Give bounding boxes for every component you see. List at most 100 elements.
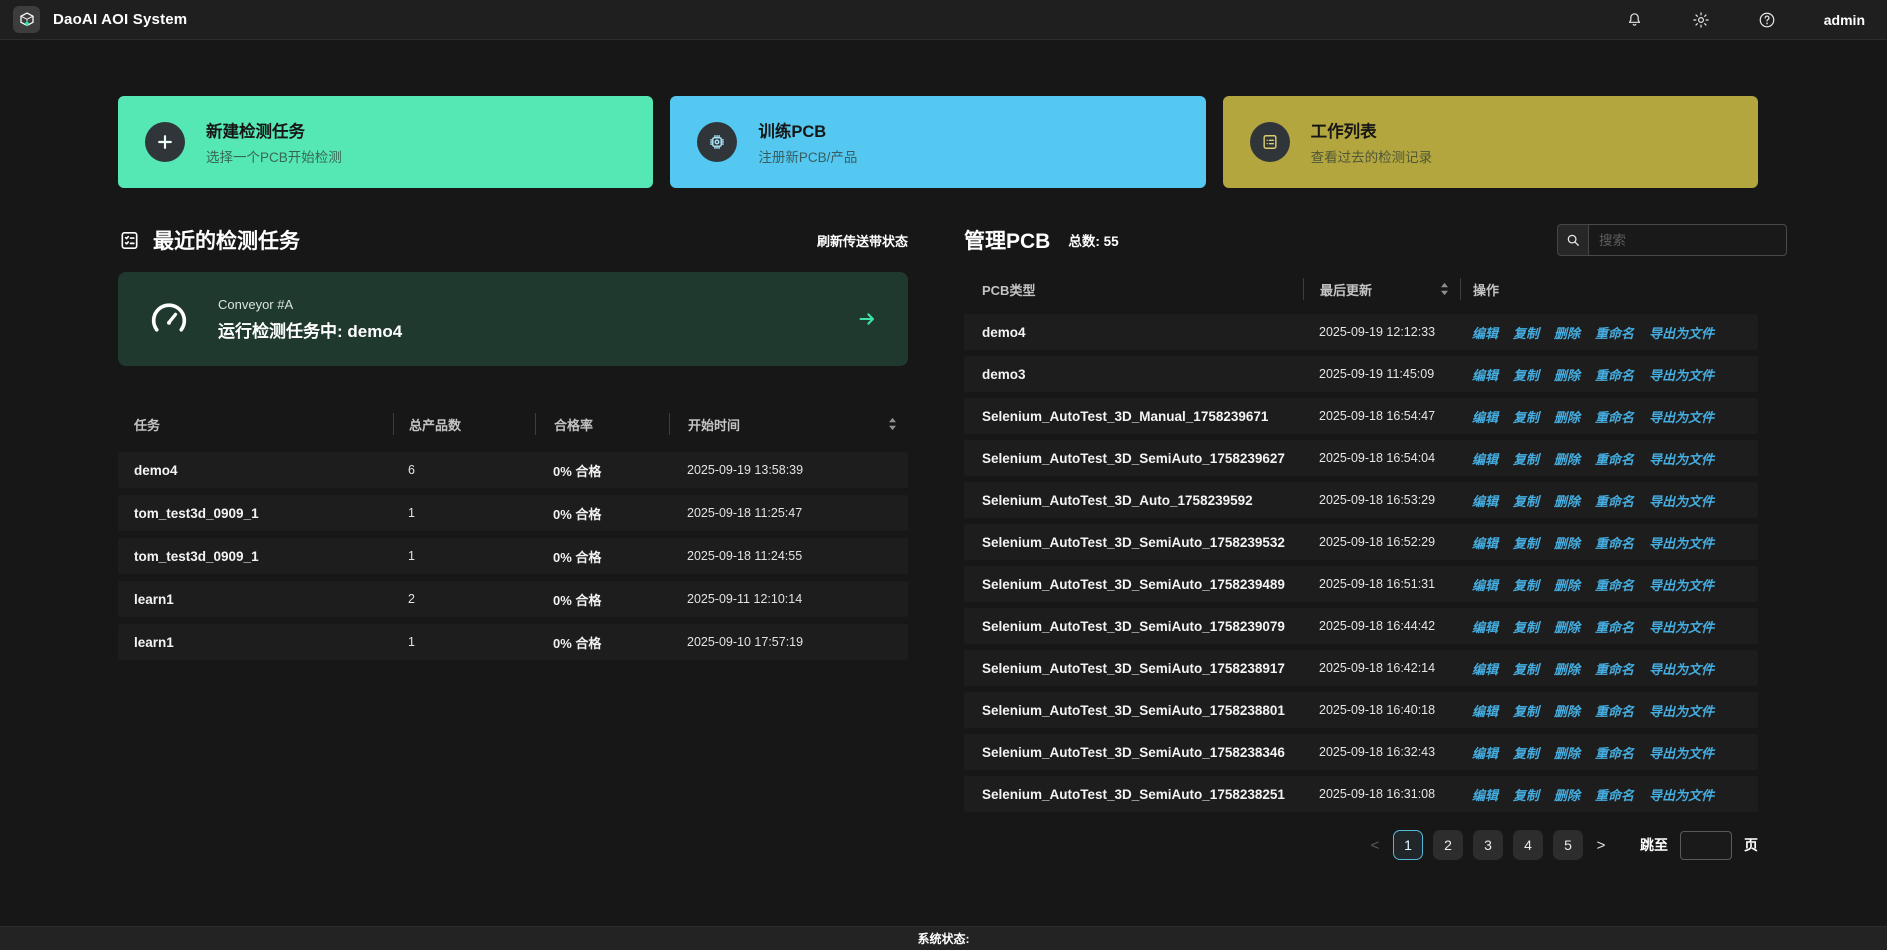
edit-link[interactable]: 编辑 bbox=[1472, 659, 1498, 678]
rename-link[interactable]: 重命名 bbox=[1595, 701, 1634, 720]
delete-link[interactable]: 删除 bbox=[1554, 617, 1580, 636]
export-link[interactable]: 导出为文件 bbox=[1649, 323, 1714, 342]
edit-link[interactable]: 编辑 bbox=[1472, 533, 1498, 552]
pagination-page-button[interactable]: 5 bbox=[1553, 830, 1583, 860]
table-row[interactable]: learn110% 合格2025-09-10 17:57:19 bbox=[118, 624, 908, 660]
sort-icon[interactable] bbox=[887, 417, 898, 431]
sort-icon[interactable] bbox=[1439, 282, 1450, 296]
copy-link[interactable]: 复制 bbox=[1513, 533, 1539, 552]
copy-link[interactable]: 复制 bbox=[1513, 617, 1539, 636]
copy-link[interactable]: 复制 bbox=[1513, 407, 1539, 426]
delete-link[interactable]: 删除 bbox=[1554, 659, 1580, 678]
export-link[interactable]: 导出为文件 bbox=[1649, 743, 1714, 762]
work-list-card[interactable]: 工作列表 查看过去的检测记录 bbox=[1223, 96, 1758, 188]
export-link[interactable]: 导出为文件 bbox=[1649, 659, 1714, 678]
pagination-page-button[interactable]: 1 bbox=[1393, 830, 1423, 860]
search-icon[interactable] bbox=[1557, 224, 1589, 256]
train-pcb-card[interactable]: 训练PCB 注册新PCB/产品 bbox=[670, 96, 1205, 188]
copy-link[interactable]: 复制 bbox=[1513, 659, 1539, 678]
export-link[interactable]: 导出为文件 bbox=[1649, 701, 1714, 720]
rename-link[interactable]: 重命名 bbox=[1595, 491, 1634, 510]
delete-link[interactable]: 删除 bbox=[1554, 491, 1580, 510]
edit-link[interactable]: 编辑 bbox=[1472, 701, 1498, 720]
delete-link[interactable]: 删除 bbox=[1554, 575, 1580, 594]
delete-link[interactable]: 删除 bbox=[1554, 743, 1580, 762]
rename-link[interactable]: 重命名 bbox=[1595, 449, 1634, 468]
copy-link[interactable]: 复制 bbox=[1513, 449, 1539, 468]
rename-link[interactable]: 重命名 bbox=[1595, 533, 1634, 552]
table-row[interactable]: Selenium_AutoTest_3D_SemiAuto_1758238251… bbox=[964, 776, 1758, 812]
rename-link[interactable]: 重命名 bbox=[1595, 323, 1634, 342]
rename-link[interactable]: 重命名 bbox=[1595, 365, 1634, 384]
pagination-page-button[interactable]: 3 bbox=[1473, 830, 1503, 860]
rename-link[interactable]: 重命名 bbox=[1595, 743, 1634, 762]
export-link[interactable]: 导出为文件 bbox=[1649, 449, 1714, 468]
export-link[interactable]: 导出为文件 bbox=[1649, 365, 1714, 384]
edit-link[interactable]: 编辑 bbox=[1472, 449, 1498, 468]
user-menu[interactable]: admin bbox=[1824, 12, 1865, 28]
table-row[interactable]: Selenium_AutoTest_3D_SemiAuto_1758239532… bbox=[964, 524, 1758, 560]
copy-link[interactable]: 复制 bbox=[1513, 323, 1539, 342]
refresh-conveyor-link[interactable]: 刷新传送带状态 bbox=[817, 231, 908, 250]
edit-link[interactable]: 编辑 bbox=[1472, 785, 1498, 804]
edit-link[interactable]: 编辑 bbox=[1472, 365, 1498, 384]
edit-link[interactable]: 编辑 bbox=[1472, 323, 1498, 342]
table-row[interactable]: demo460% 合格2025-09-19 13:58:39 bbox=[118, 452, 908, 488]
table-row[interactable]: Selenium_AutoTest_3D_Manual_175823967120… bbox=[964, 398, 1758, 434]
pagination-page-button[interactable]: 2 bbox=[1433, 830, 1463, 860]
pagination-pages: 12345 bbox=[1388, 830, 1588, 860]
pagination-prev-button[interactable]: < bbox=[1362, 837, 1388, 854]
search-input[interactable] bbox=[1589, 224, 1787, 256]
table-row[interactable]: demo42025-09-19 12:12:33编辑复制删除重命名导出为文件 bbox=[964, 314, 1758, 350]
table-row[interactable]: Selenium_AutoTest_3D_SemiAuto_1758238801… bbox=[964, 692, 1758, 728]
delete-link[interactable]: 删除 bbox=[1554, 785, 1580, 804]
copy-link[interactable]: 复制 bbox=[1513, 491, 1539, 510]
table-row[interactable]: Selenium_AutoTest_3D_SemiAuto_1758239627… bbox=[964, 440, 1758, 476]
copy-link[interactable]: 复制 bbox=[1513, 701, 1539, 720]
copy-link[interactable]: 复制 bbox=[1513, 365, 1539, 384]
table-row[interactable]: Selenium_AutoTest_3D_SemiAuto_1758239489… bbox=[964, 566, 1758, 602]
arrow-right-icon[interactable] bbox=[856, 308, 878, 330]
delete-link[interactable]: 删除 bbox=[1554, 407, 1580, 426]
table-row[interactable]: demo32025-09-19 11:45:09编辑复制删除重命名导出为文件 bbox=[964, 356, 1758, 392]
copy-link[interactable]: 复制 bbox=[1513, 575, 1539, 594]
edit-link[interactable]: 编辑 bbox=[1472, 743, 1498, 762]
rename-link[interactable]: 重命名 bbox=[1595, 659, 1634, 678]
copy-link[interactable]: 复制 bbox=[1513, 743, 1539, 762]
table-row[interactable]: tom_test3d_0909_110% 合格2025-09-18 11:25:… bbox=[118, 495, 908, 531]
rename-link[interactable]: 重命名 bbox=[1595, 407, 1634, 426]
edit-link[interactable]: 编辑 bbox=[1472, 617, 1498, 636]
delete-link[interactable]: 删除 bbox=[1554, 701, 1580, 720]
table-row[interactable]: Selenium_AutoTest_3D_Auto_17582395922025… bbox=[964, 482, 1758, 518]
table-row[interactable]: learn120% 合格2025-09-11 12:10:14 bbox=[118, 581, 908, 617]
rename-link[interactable]: 重命名 bbox=[1595, 785, 1634, 804]
new-inspection-task-card[interactable]: 新建检测任务 选择一个PCB开始检测 bbox=[118, 96, 653, 188]
delete-link[interactable]: 删除 bbox=[1554, 323, 1580, 342]
copy-link[interactable]: 复制 bbox=[1513, 785, 1539, 804]
export-link[interactable]: 导出为文件 bbox=[1649, 491, 1714, 510]
settings-gear-icon[interactable] bbox=[1692, 11, 1710, 29]
rename-link[interactable]: 重命名 bbox=[1595, 575, 1634, 594]
table-row[interactable]: Selenium_AutoTest_3D_SemiAuto_1758239079… bbox=[964, 608, 1758, 644]
rename-link[interactable]: 重命名 bbox=[1595, 617, 1634, 636]
help-icon[interactable] bbox=[1758, 11, 1776, 29]
table-row[interactable]: tom_test3d_0909_110% 合格2025-09-18 11:24:… bbox=[118, 538, 908, 574]
edit-link[interactable]: 编辑 bbox=[1472, 407, 1498, 426]
export-link[interactable]: 导出为文件 bbox=[1649, 533, 1714, 552]
delete-link[interactable]: 删除 bbox=[1554, 449, 1580, 468]
table-row[interactable]: Selenium_AutoTest_3D_SemiAuto_1758238346… bbox=[964, 734, 1758, 770]
edit-link[interactable]: 编辑 bbox=[1472, 575, 1498, 594]
export-link[interactable]: 导出为文件 bbox=[1649, 617, 1714, 636]
export-link[interactable]: 导出为文件 bbox=[1649, 785, 1714, 804]
delete-link[interactable]: 删除 bbox=[1554, 533, 1580, 552]
notifications-bell-icon[interactable] bbox=[1626, 11, 1644, 29]
table-row[interactable]: Selenium_AutoTest_3D_SemiAuto_1758238917… bbox=[964, 650, 1758, 686]
pagination-next-button[interactable]: > bbox=[1588, 837, 1614, 854]
edit-link[interactable]: 编辑 bbox=[1472, 491, 1498, 510]
jump-page-input[interactable] bbox=[1680, 831, 1732, 860]
pagination-page-button[interactable]: 4 bbox=[1513, 830, 1543, 860]
delete-link[interactable]: 删除 bbox=[1554, 365, 1580, 384]
export-link[interactable]: 导出为文件 bbox=[1649, 575, 1714, 594]
conveyor-status-card[interactable]: Conveyor #A 运行检测任务中: demo4 bbox=[118, 272, 908, 366]
export-link[interactable]: 导出为文件 bbox=[1649, 407, 1714, 426]
